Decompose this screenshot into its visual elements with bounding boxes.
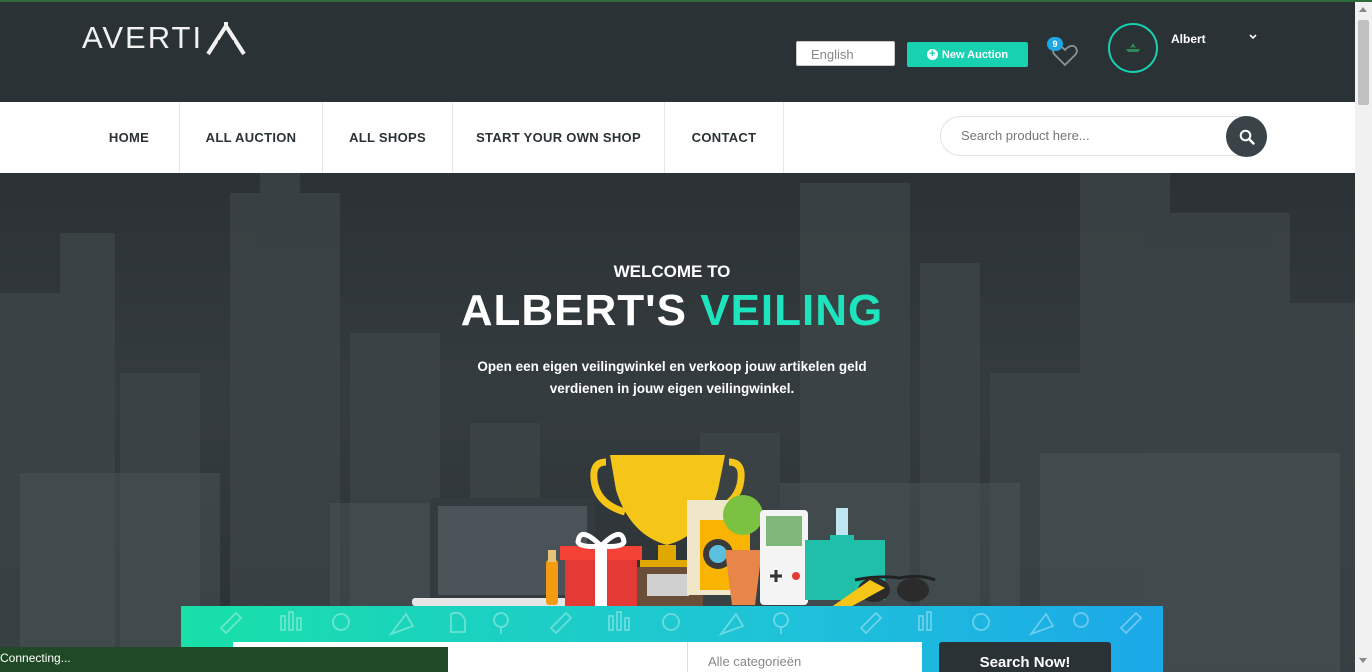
site-header: AVERTI English + New Auction 9 Albert [0,2,1355,102]
prizes-illustration [412,455,936,610]
nav-item-home[interactable]: HOME [79,102,180,173]
scroll-down-arrow-icon[interactable] [1359,658,1367,663]
nav-item-all-shops[interactable]: ALL SHOPS [323,102,453,173]
scroll-up-arrow-icon[interactable] [1359,7,1367,12]
browser-status-bar: Connecting... [0,647,448,672]
nav-menu: HOME ALL AUCTION ALL SHOPS START YOUR OW… [79,102,784,173]
wishlist-button[interactable]: 9 [1047,37,1080,70]
search-button[interactable] [1226,116,1267,157]
category-select[interactable]: Alle categorieën [687,642,922,672]
pattern-icons [219,611,1143,636]
welcome-text: WELCOME TO [613,262,731,281]
new-auction-button[interactable]: + New Auction [907,42,1028,67]
language-select[interactable]: English [796,41,895,66]
user-name[interactable]: Albert [1171,32,1206,46]
avatar[interactable] [1108,23,1158,73]
logo-mark-icon [206,22,246,56]
nav-item-start-shop[interactable]: START YOUR OWN SHOP [453,102,665,173]
nav-item-contact[interactable]: CONTACT [665,102,784,173]
hero-section: WELCOME TO ALBERT'S VEILING Open een eig… [0,173,1355,672]
search-now-button[interactable]: Search Now! [939,642,1111,672]
search-icon [1239,129,1255,145]
logo-text: AVERTI [82,20,204,55]
avatar-logo-icon [1126,43,1140,52]
hero-subtitle: Open een eigen veilingwinkel en verkoop … [477,359,867,396]
main-nav: HOME ALL AUCTION ALL SHOPS START YOUR OW… [0,102,1355,173]
nav-item-all-auction[interactable]: ALL AUCTION [180,102,323,173]
hero-title-main: ALBERT'S [460,286,701,335]
search-input[interactable] [959,127,1213,144]
hero-title-accent: VEILING [700,286,884,335]
product-search [940,116,1267,157]
hero-title: ALBERT'S VEILING [0,286,1344,336]
new-auction-label: New Auction [941,48,1009,61]
page-scrollbar[interactable] [1355,2,1372,672]
plus-icon: + [926,49,938,60]
wishlist-count-badge: 9 [1047,37,1063,51]
chevron-down-icon[interactable] [1248,32,1258,44]
site-logo[interactable]: AVERTI [82,20,247,56]
scroll-thumb[interactable] [1358,20,1369,105]
